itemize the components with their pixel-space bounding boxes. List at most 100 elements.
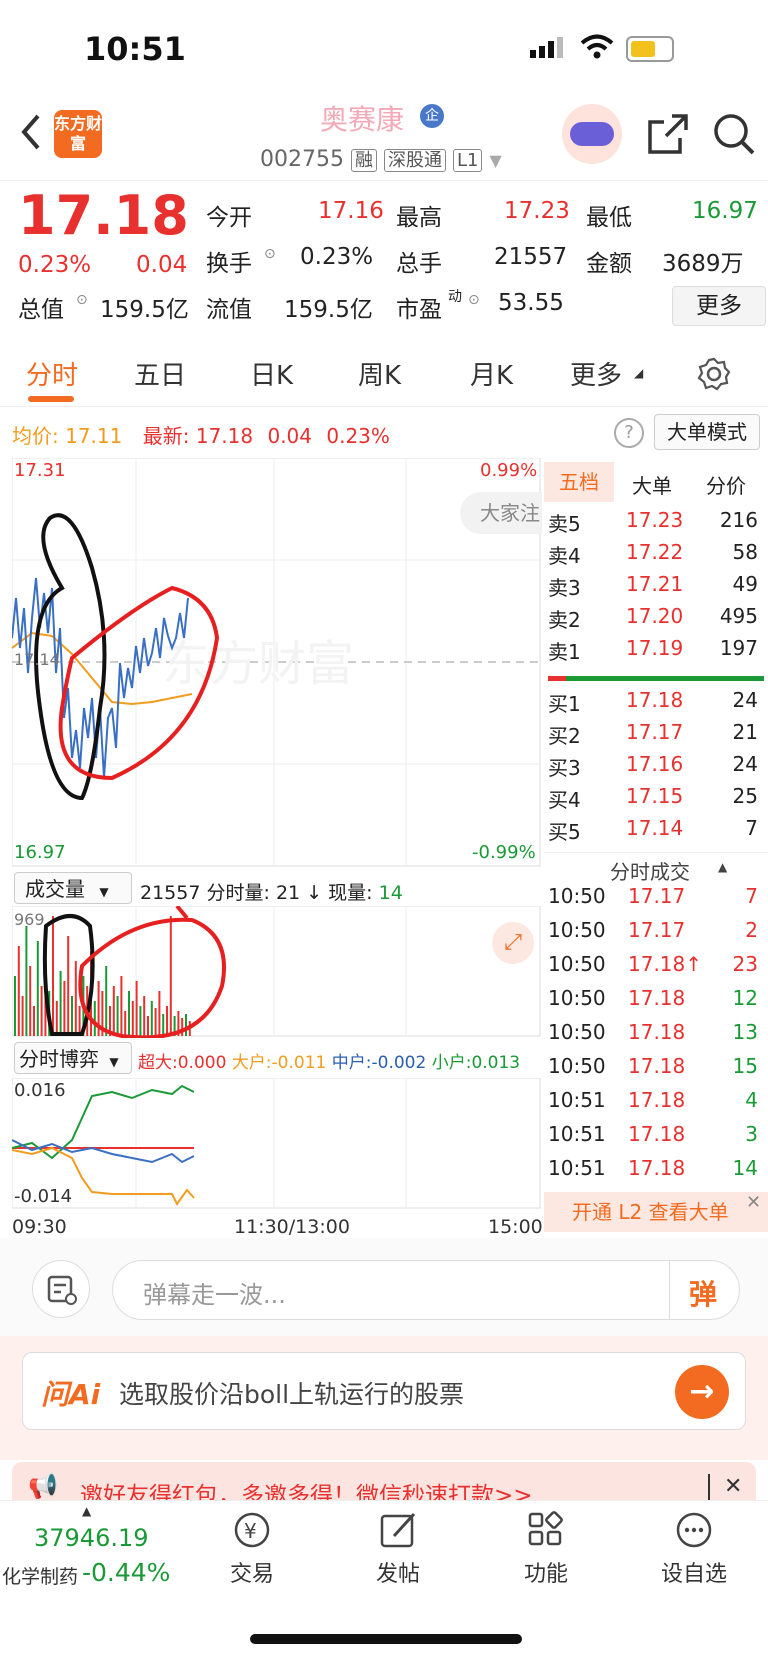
big-order-mode-button[interactable]: 大单模式: [654, 414, 760, 450]
chart-bottom-pct: -0.99%: [472, 842, 536, 863]
close-icon[interactable]: ✕: [746, 1192, 761, 1213]
tab-big-orders[interactable]: 大单: [632, 470, 672, 499]
order-book-row: 卖4 17.22 58: [544, 540, 764, 572]
trades-title[interactable]: 分时成交: [610, 856, 690, 885]
app-logo: 东方财富: [54, 110, 102, 158]
avg-label: 均价:: [12, 424, 59, 448]
tab-weekly-k[interactable]: 周K: [358, 355, 401, 392]
close-icon[interactable]: ✕: [724, 1474, 742, 1499]
trade-row: 10:50 17.17 7: [544, 884, 764, 918]
trade-row: 10:50 17.18 12: [544, 986, 764, 1020]
volume-bar: [116, 996, 119, 1036]
wifi-icon: [580, 34, 614, 59]
stock-code-row[interactable]: 002755 融 深股通 L1 ▼: [260, 146, 502, 172]
l2-banner-text: 开通 L2 查看大单: [572, 1200, 729, 1224]
order-book-row: 卖5 17.23 216: [544, 508, 764, 540]
tab-intraday[interactable]: 分时: [26, 355, 78, 392]
level-price: 17.17: [626, 720, 684, 744]
game-dropdown[interactable]: 分时博弈 ▼: [14, 1042, 132, 1074]
tab-price-distribution[interactable]: 分价: [706, 470, 746, 499]
low-label: 最低: [586, 205, 632, 231]
large-val: -0.011: [271, 1053, 327, 1073]
ai-search-box[interactable]: 问Ai 选取股价沿boll上轨运行的股票 →: [22, 1352, 746, 1430]
volume-bar: [40, 986, 43, 1036]
expand-icon[interactable]: ⤢: [492, 922, 534, 964]
status-bar: 10:51: [0, 0, 768, 96]
more-button[interactable]: 更多: [672, 286, 766, 326]
volume-bar: [166, 1006, 168, 1036]
order-book-row: 卖1 17.19 197: [544, 636, 764, 668]
index-value[interactable]: 37946.19: [34, 1524, 149, 1552]
float-value: 159.5亿: [284, 297, 373, 323]
settings-icon[interactable]: [696, 356, 732, 392]
bid-ask-ratio-bar: [548, 676, 764, 681]
tag-margin: 融: [350, 149, 377, 172]
danmaku-button[interactable]: 弹: [689, 1273, 717, 1313]
l2-banner[interactable]: 开通 L2 查看大单: [544, 1192, 768, 1232]
level-price: 17.16: [626, 752, 684, 776]
game-top: 0.016: [14, 1080, 66, 1101]
info-icon[interactable]: ⊙: [468, 292, 480, 308]
trade-price: 17.18: [628, 1020, 686, 1044]
comment-input[interactable]: 弹幕走一波... 弹: [112, 1260, 740, 1320]
volume-bar: [131, 1001, 134, 1036]
level-label: 买3: [548, 756, 581, 780]
trade-time: 10:50: [548, 952, 606, 976]
trade-price: 17.18: [628, 1122, 686, 1146]
trade-row: 10:51 17.18 3: [544, 1122, 764, 1156]
game-chart[interactable]: [12, 1078, 542, 1210]
change-pct: 0.23%: [18, 252, 92, 278]
level-price: 17.22: [626, 540, 684, 564]
tab-monthly-k[interactable]: 月K: [470, 355, 513, 392]
stock-code: 002755: [260, 147, 344, 172]
volume-bar: [112, 986, 115, 1036]
nav-add-watchlist[interactable]: 设自选: [654, 1508, 734, 1588]
caret-icon: ◢: [634, 366, 644, 380]
volume-bar: [139, 1006, 142, 1036]
trade-time: 10:51: [548, 1156, 606, 1180]
volume-bar: [36, 941, 39, 1036]
volume-dropdown-label: 成交量: [25, 877, 85, 901]
game-bottom: -0.014: [14, 1186, 73, 1207]
search-icon[interactable]: [712, 112, 756, 156]
trade-time: 10:50: [548, 884, 606, 908]
back-icon[interactable]: [18, 112, 44, 152]
assistant-avatar[interactable]: [562, 104, 622, 164]
tab-five-day[interactable]: 五日: [134, 355, 186, 392]
info-icon[interactable]: ⊙: [264, 246, 276, 262]
nav-trade[interactable]: ¥ 交易: [222, 1508, 282, 1588]
amount-value: 3689万: [662, 251, 744, 277]
nav-functions[interactable]: 功能: [516, 1508, 576, 1588]
nav-post[interactable]: 发帖: [368, 1508, 428, 1588]
comment-list-icon[interactable]: [32, 1260, 90, 1318]
tab-daily-k[interactable]: 日K: [250, 355, 293, 392]
level-volume: 495: [719, 604, 758, 628]
game-legend: 超大:0.000 大户:-0.011 中户:-0.002 小户:0.013: [138, 1048, 520, 1073]
info-icon[interactable]: ⊙: [76, 292, 88, 308]
tab-five-levels[interactable]: 五档: [544, 462, 614, 502]
level-price: 17.15: [626, 784, 684, 808]
volume-dropdown[interactable]: 成交量 ▼: [14, 872, 132, 904]
volume-chart[interactable]: [12, 906, 542, 1038]
game-dropdown-label: 分时博弈: [19, 1047, 99, 1071]
trade-price: 17.18: [628, 1054, 686, 1078]
volume-info: 21557 分时量: 21 ↓ 现量: 14: [140, 878, 403, 905]
down-arrow-icon: ↓: [306, 882, 323, 904]
chat-bubble[interactable]: 大家注: [460, 492, 542, 534]
volume-total: 21557: [140, 882, 201, 904]
ai-logo: 问Ai: [41, 1378, 101, 1411]
help-icon[interactable]: ?: [614, 418, 644, 448]
svg-text:¥: ¥: [244, 1519, 257, 1543]
arrow-right-icon[interactable]: →: [675, 1365, 729, 1419]
chart-top-price: 17.31: [14, 460, 66, 481]
volume-bar: [59, 971, 62, 1036]
tab-more[interactable]: 更多: [570, 355, 622, 392]
volume-bar: [14, 976, 16, 1036]
tab-underline: [28, 396, 74, 402]
small-val: 0.013: [471, 1053, 521, 1073]
chart-mid-price: 17.14: [14, 650, 60, 669]
trade-time: 10:50: [548, 918, 606, 942]
share-icon[interactable]: [646, 112, 690, 156]
volume-bar: [33, 1006, 35, 1036]
trade-row: 10:51 17.18 4: [544, 1088, 764, 1122]
